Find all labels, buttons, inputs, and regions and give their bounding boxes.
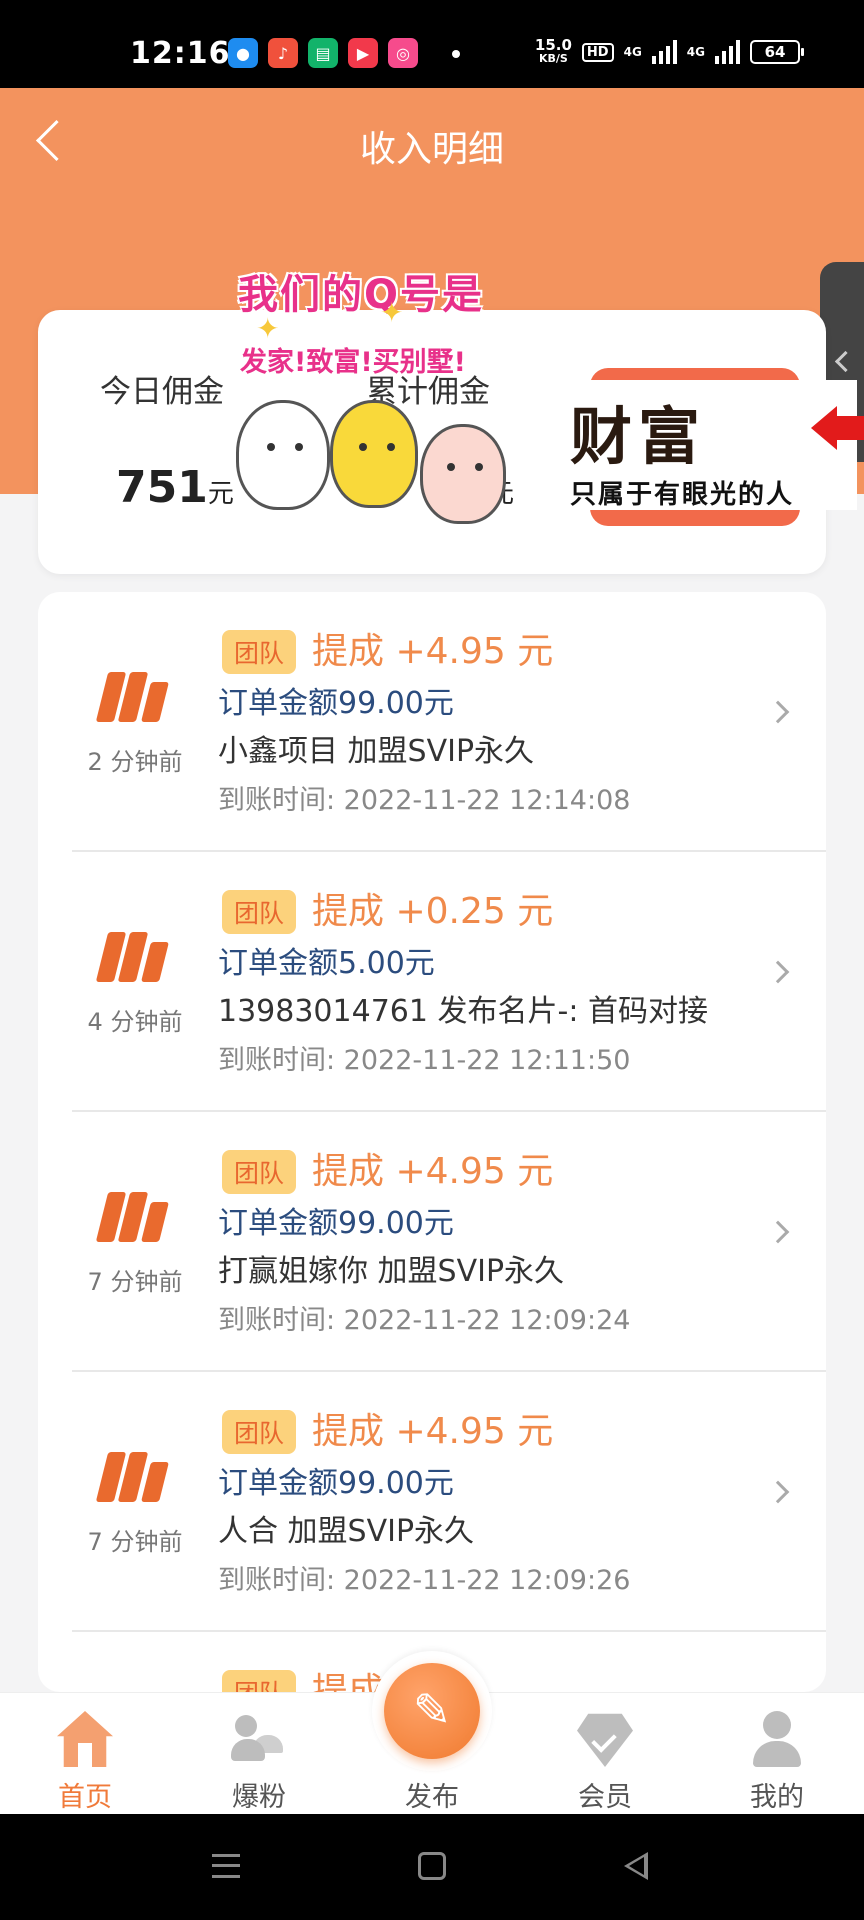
arrival-time: 到账时间: 2022-11-22 12:09:24	[218, 1305, 631, 1336]
promo-sticker-line2: 发家!致富!买别墅!	[240, 347, 466, 378]
list-item[interactable]: 2 分钟前 团队 提成 +4.95 元 订单金额99.00元 小鑫项目 加盟SV…	[38, 592, 826, 852]
list-item[interactable]: 4 分钟前 团队 提成 +0.25 元 订单金额5.00元 1398301476…	[38, 852, 826, 1112]
today-commission-value: 751元	[116, 462, 234, 513]
team-tag: 团队	[222, 630, 297, 674]
signal-4g-label: 4G	[623, 45, 642, 59]
list-item[interactable]: 7 分钟前 团队 提成 +4.95 元 订单金额99.00元 打赢姐嫁你 加盟S…	[38, 1112, 826, 1372]
order-amount: 订单金额99.00元	[218, 1466, 454, 1501]
nav-home-label: 首页	[58, 1782, 112, 1813]
nav-fans[interactable]: 爆粉	[194, 1693, 324, 1815]
order-amount: 订单金额5.00元	[218, 946, 435, 981]
team-tag: 团队	[222, 1150, 297, 1194]
brand-logo-icon	[95, 932, 169, 982]
record-description: 人合 加盟SVIP永久	[218, 1514, 475, 1549]
status-time: 12:16	[130, 36, 231, 71]
qq-icon: ●	[228, 38, 258, 68]
commission-amount: 提成 +0.25 元	[312, 891, 554, 932]
back-triangle-icon[interactable]	[624, 1852, 648, 1880]
time-ago: 2 分钟前	[87, 748, 183, 776]
home-icon	[57, 1711, 113, 1767]
users-icon	[231, 1711, 287, 1767]
battery-icon: 64	[750, 40, 804, 64]
brand-logo-icon	[95, 1452, 169, 1502]
wealth-banner: 财富 只属于有眼光的人	[562, 380, 864, 510]
cartoon-character-white	[236, 400, 330, 510]
list-item[interactable]: 7 分钟前 团队 提成 +4.95 元 订单金额99.00元 人合 加盟SVIP…	[38, 1372, 826, 1632]
video-icon: ▶	[348, 38, 378, 68]
chevron-right-icon	[766, 1220, 790, 1244]
home-square-icon[interactable]	[418, 1852, 446, 1880]
order-amount: 订单金额99.00元	[218, 1206, 454, 1241]
nav-publish-label: 发布	[405, 1782, 459, 1813]
diamond-icon	[577, 1713, 633, 1767]
net-speed-unit: KB/S	[538, 52, 568, 65]
chat-icon: ▤	[308, 38, 338, 68]
cartoon-character-pink	[420, 424, 506, 524]
wealth-title: 财富	[570, 400, 707, 473]
arrival-time: 到账时间: 2022-11-22 12:11:50	[218, 1045, 631, 1076]
star-icon: ✦	[380, 296, 404, 329]
nav-vip[interactable]: 会员	[540, 1693, 670, 1815]
order-amount: 订单金额99.00元	[218, 686, 454, 721]
record-description: 13983014761 发布名片-: 首码对接	[218, 994, 708, 1029]
record-description: 小鑫项目 加盟SVIP永久	[218, 734, 535, 769]
commission-amount: 提成 +4.95 元	[312, 1411, 554, 1452]
chevron-right-icon	[766, 1480, 790, 1504]
hd-icon: HD	[581, 42, 614, 62]
chevron-right-icon	[766, 700, 790, 724]
team-tag: 团队	[222, 1670, 297, 1692]
brand-logo-icon	[95, 672, 169, 722]
nav-home[interactable]: 首页	[20, 1693, 150, 1815]
menu-icon[interactable]	[212, 1854, 240, 1878]
person-icon	[749, 1711, 805, 1767]
nav-fans-label: 爆粉	[232, 1782, 286, 1813]
brand-logo-icon	[95, 1192, 169, 1242]
signal-icon-2	[715, 40, 740, 64]
nav-publish[interactable]: 发布	[367, 1693, 497, 1815]
system-navigation-bar	[0, 1814, 864, 1920]
today-commission-label: 今日佣金	[100, 374, 224, 410]
commission-amount: 提成 +4.95 元	[312, 631, 554, 672]
time-ago: 7 分钟前	[87, 1528, 183, 1556]
signal-icon	[651, 40, 677, 64]
camera-icon: ◎	[388, 38, 418, 68]
today-commission-number: 751	[116, 462, 208, 513]
income-record-list: 2 分钟前 团队 提成 +4.95 元 订单金额99.00元 小鑫项目 加盟SV…	[38, 592, 826, 1692]
nav-me-label: 我的	[750, 1782, 804, 1813]
team-tag: 团队	[222, 1410, 297, 1454]
bottom-nav: 首页 爆粉 发布 会员 我的	[0, 1651, 864, 1815]
more-notifications-dot	[452, 50, 460, 58]
arrival-time: 到账时间: 2022-11-22 12:14:08	[218, 785, 631, 816]
arrival-time: 到账时间: 2022-11-22 12:09:26	[218, 1565, 631, 1596]
notification-icons: ● ♪ ▤ ▶ ◎	[228, 38, 418, 68]
net-speed: 15.0 KB/S	[535, 38, 572, 66]
arrow-left-icon	[811, 406, 864, 450]
nav-me[interactable]: 我的	[712, 1693, 842, 1815]
nav-vip-label: 会员	[578, 1782, 632, 1813]
record-description: 打赢姐嫁你 加盟SVIP永久	[218, 1254, 565, 1289]
team-tag: 团队	[222, 890, 297, 934]
status-bar: 12:16 ● ♪ ▤ ▶ ◎ 15.0 KB/S HD 4G 4G 64	[0, 0, 864, 88]
chevron-right-icon	[766, 960, 790, 984]
today-commission-unit: 元	[207, 479, 234, 509]
time-ago: 7 分钟前	[87, 1268, 183, 1296]
cartoon-character-yellow	[330, 400, 418, 508]
signal-4g-label-2: 4G	[686, 45, 705, 59]
commission-amount: 提成 +4.95 元	[312, 1151, 554, 1192]
time-ago: 4 分钟前	[87, 1008, 183, 1036]
page-title: 收入明细	[359, 129, 504, 170]
music-icon: ♪	[268, 38, 298, 68]
wealth-subtitle: 只属于有眼光的人	[570, 480, 795, 510]
commission-amount: 提成	[312, 1671, 385, 1692]
